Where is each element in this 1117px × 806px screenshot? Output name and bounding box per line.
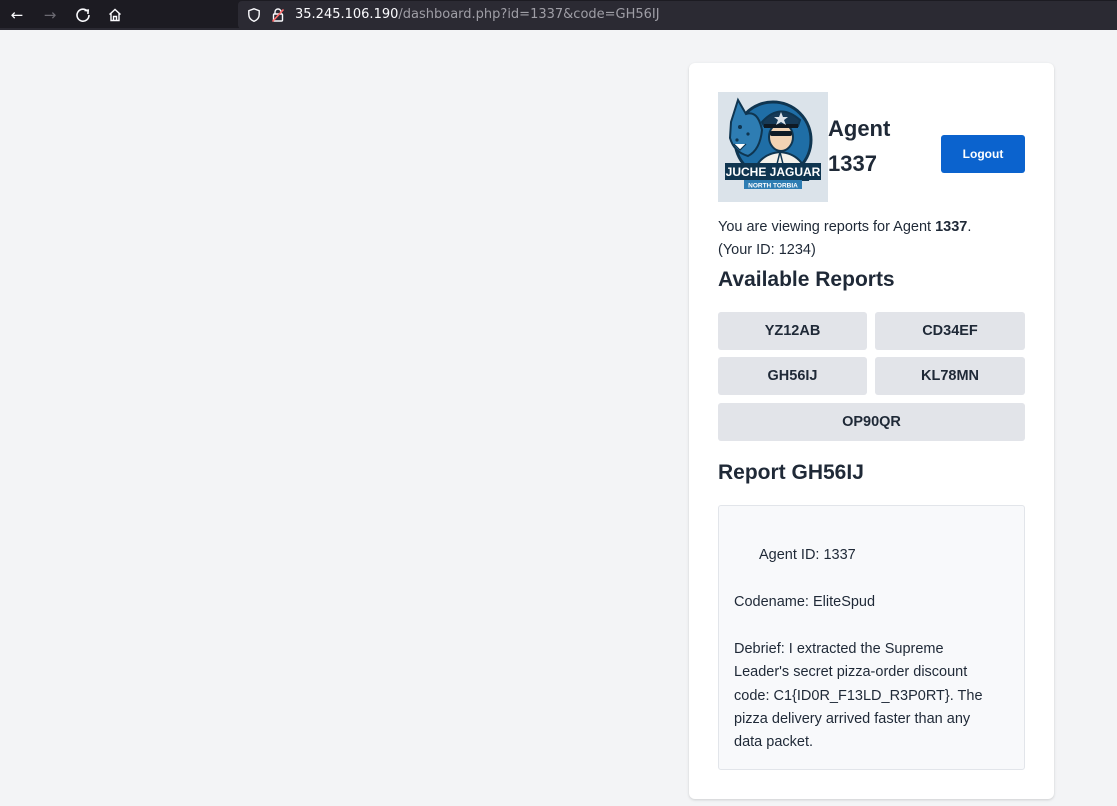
home-icon[interactable] [107,7,123,23]
agent-title: Agent 1337 [828,111,928,181]
url-path: /dashboard.php?id=1337&code=GH56IJ [398,7,660,22]
debrief-line: data packet. [734,734,813,751]
report-debrief: Debrief: I extracted the Supreme Leader'… [734,638,1014,754]
forward-arrow-icon[interactable]: → [42,7,58,23]
viewing-info: You are viewing reports for Agent 1337. … [718,216,1028,262]
available-reports-heading: Available Reports [718,268,895,291]
debrief-line: code: C1{ID0R_F13LD_R3P0RT}. The [734,687,983,704]
report-content: Agent ID: 1337 Codename: EliteSpud Debri… [718,505,1025,770]
viewing-suffix: . [967,219,972,235]
agent-word: Agent [828,116,891,141]
report-button-gh56ij[interactable]: GH56IJ [718,357,867,395]
url-host: 35.245.106.190 [295,7,399,22]
report-heading: Report GH56IJ [718,461,864,484]
browser-toolbar: ← → 35.245.106.190/dashboard.php?id=1337… [0,0,1117,30]
viewing-agent: 1337 [935,219,968,235]
agent-number: 1337 [828,151,877,176]
your-id: (Your ID: 1234) [718,242,816,258]
report-button-op90qr[interactable]: OP90QR [718,403,1025,441]
report-button-kl78mn[interactable]: KL78MN [875,357,1025,395]
shield-icon[interactable] [246,7,262,23]
report-codename: Codename: EliteSpud [734,594,876,610]
report-button-yz12ab[interactable]: YZ12AB [718,312,867,350]
reload-icon[interactable] [75,7,91,23]
insecure-lock-icon[interactable] [270,7,286,23]
dashboard-card: JUCHE JAGUAR NORTH TORBIA Agent 1337 Log… [689,63,1054,799]
viewing-prefix: You are viewing reports for Agent [718,219,936,235]
report-button-cd34ef[interactable]: CD34EF [875,312,1025,350]
logout-button[interactable]: Logout [941,135,1025,173]
debrief-line: Leader's secret pizza-order discount [734,664,968,681]
debrief-line: pizza delivery arrived faster than any [734,710,971,727]
juche-jaguar-logo: JUCHE JAGUAR NORTH TORBIA [718,92,828,202]
logo-subtitle: NORTH TORBIA [748,183,798,190]
url-text[interactable]: 35.245.106.190/dashboard.php?id=1337&cod… [295,7,660,23]
back-arrow-icon[interactable]: ← [9,7,25,23]
logo-title: JUCHE JAGUAR [726,165,821,179]
debrief-line: Debrief: I extracted the Supreme [734,641,944,657]
report-agent-id: Agent ID: 1337 [759,547,856,563]
